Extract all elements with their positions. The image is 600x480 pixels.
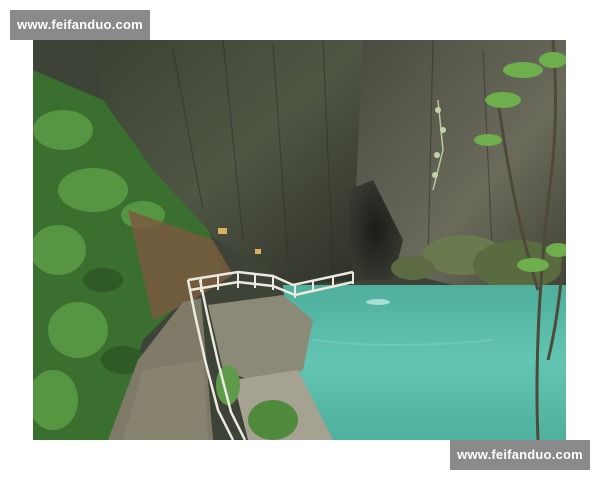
watermark-bottom-right: www.feifanduo.com (450, 440, 590, 470)
watermark-top-left: www.feifanduo.com (10, 10, 150, 40)
gorge-photo (33, 40, 566, 440)
